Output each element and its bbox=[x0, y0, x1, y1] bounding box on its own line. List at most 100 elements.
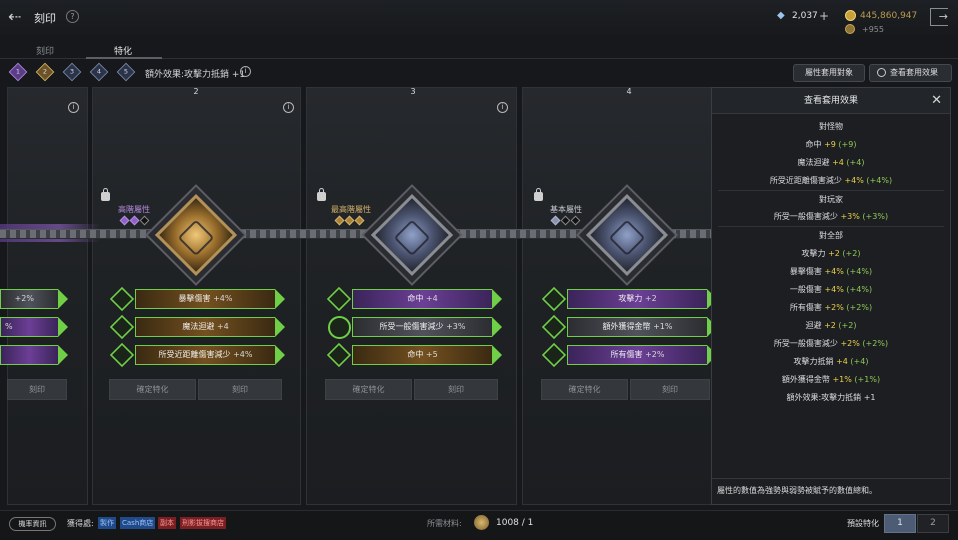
gold-coin-icon bbox=[845, 10, 856, 21]
source-link-cash-shop[interactable]: Cash商店 bbox=[120, 517, 156, 529]
stat-row[interactable]: 額外獲得金幣 +1% bbox=[541, 314, 717, 340]
effect-name: 攻擊力 bbox=[801, 249, 826, 258]
stat-icon bbox=[326, 342, 352, 368]
stat-name: 所受一般傷害減少 bbox=[379, 322, 444, 331]
stat-bar: 所有傷害 +2% bbox=[567, 345, 717, 365]
stat-bar: % bbox=[0, 317, 68, 337]
source-link-dungeon[interactable]: 副本 bbox=[158, 517, 176, 529]
obtain-label: 獲得處: bbox=[67, 519, 94, 528]
exit-icon[interactable]: → bbox=[930, 8, 948, 26]
stat-name: 所有傷害 bbox=[610, 350, 643, 359]
level-3-badge[interactable]: 3 bbox=[62, 62, 82, 82]
stat-row[interactable]: 命中 +4 bbox=[326, 286, 502, 312]
engrave-button[interactable]: 刻印 bbox=[414, 379, 498, 400]
effect-paren: (+4%) bbox=[846, 267, 873, 276]
tier-dots bbox=[334, 215, 366, 227]
effect-name: 攻擊力抵銷 bbox=[793, 357, 834, 366]
engrave-button[interactable]: 刻印 bbox=[630, 379, 710, 400]
stat-row[interactable] bbox=[0, 344, 70, 366]
level-4-label: 4 bbox=[96, 67, 102, 76]
probability-info-button[interactable]: 機率資訊 bbox=[9, 517, 56, 531]
help-icon[interactable]: ? bbox=[66, 10, 79, 23]
stat-icon bbox=[541, 342, 567, 368]
confirm-specialize-button[interactable]: 確定特化 bbox=[109, 379, 196, 400]
info-icon[interactable]: i bbox=[283, 102, 294, 113]
stat-bar: 所受一般傷害減少 +3% bbox=[352, 317, 502, 337]
effect-value: +2 bbox=[824, 321, 836, 330]
stat-row[interactable]: +2% bbox=[0, 288, 70, 310]
effect-line: 迴避 +2 (+2) bbox=[712, 320, 950, 331]
gold-count: 445,860,947 bbox=[860, 11, 918, 21]
level-4-badge[interactable]: 4 bbox=[89, 62, 109, 82]
effect-name: 所受近距離傷害減少 bbox=[769, 176, 842, 185]
source-link-craft[interactable]: 製作 bbox=[98, 517, 116, 529]
stat-value: +4 bbox=[216, 322, 229, 331]
confirm-specialize-button[interactable]: 確定特化 bbox=[541, 379, 628, 400]
tier-label: 最高階屬性 bbox=[331, 205, 371, 214]
attribute-targets-button[interactable]: 屬性套用對象 bbox=[793, 64, 865, 82]
tab-engrave[interactable]: 刻印 bbox=[36, 44, 54, 57]
level-1-label: 1 bbox=[15, 67, 21, 76]
effect-value: +4% bbox=[844, 176, 864, 185]
info-icon[interactable]: i bbox=[68, 102, 79, 113]
section-title: 對全部 bbox=[819, 231, 843, 240]
stat-bar: 暴擊傷害 +4% bbox=[135, 289, 285, 309]
stat-icon bbox=[109, 342, 135, 368]
effect-paren: (+4) bbox=[846, 158, 865, 167]
level-1-badge[interactable]: 1 bbox=[8, 62, 28, 82]
effect-name: 所受一般傷害減少 bbox=[773, 339, 838, 348]
source-link-shop[interactable]: 刑影拔搜商店 bbox=[180, 517, 226, 529]
stat-name: 命中 bbox=[407, 350, 424, 359]
view-effects-button[interactable]: 查看套用效果 bbox=[869, 64, 952, 82]
material-label: 所需材料: bbox=[427, 519, 462, 528]
stat-row[interactable]: 命中 +5 bbox=[326, 342, 502, 368]
info-icon[interactable]: i bbox=[240, 66, 251, 77]
divider bbox=[712, 478, 950, 479]
effect-line: 命中 +9 (+9) bbox=[712, 139, 950, 150]
stat-value: +2 bbox=[644, 294, 657, 303]
lock-icon[interactable] bbox=[534, 188, 543, 201]
stat-row[interactable]: 所有傷害 +2% bbox=[541, 342, 717, 368]
stat-value: +2% bbox=[14, 294, 34, 303]
stat-bar: +2% bbox=[0, 289, 68, 309]
level-5-badge[interactable]: 5 bbox=[116, 62, 136, 82]
diamond-icon: ◆ bbox=[777, 10, 785, 21]
tab-specialize[interactable]: 特化 bbox=[114, 44, 132, 57]
effect-line: 暴擊傷害 +4% (+4%) bbox=[712, 266, 950, 277]
add-diamond-button[interactable]: + bbox=[819, 9, 829, 23]
preset-1-button[interactable]: 1 bbox=[884, 514, 916, 533]
stat-bar bbox=[0, 345, 68, 365]
effect-paren: (+4) bbox=[850, 357, 869, 366]
view-effects-label: 查看套用效果 bbox=[890, 68, 938, 77]
effect-value: +2% bbox=[824, 303, 844, 312]
stat-row[interactable]: 魔法迴避 +4 bbox=[109, 314, 285, 340]
back-button[interactable]: ⇠ bbox=[8, 8, 32, 26]
card-number: 2 bbox=[181, 87, 211, 97]
preset-2-button[interactable]: 2 bbox=[917, 514, 949, 533]
level-2-badge[interactable]: 2 bbox=[35, 62, 55, 82]
effect-line: 魔法迴避 +4 (+4) bbox=[712, 157, 950, 168]
lock-icon[interactable] bbox=[317, 188, 326, 201]
effect-name: 暴擊傷害 bbox=[789, 267, 822, 276]
tier-label: 高階屬性 bbox=[118, 205, 150, 214]
card-number: 3 bbox=[398, 87, 428, 97]
level-3-label: 3 bbox=[69, 67, 75, 76]
engrave-button[interactable]: 刻印 bbox=[7, 379, 67, 400]
stat-row[interactable]: 攻擊力 +2 bbox=[541, 286, 717, 312]
stat-name: 命中 bbox=[407, 294, 424, 303]
stat-row[interactable]: 暴擊傷害 +4% bbox=[109, 286, 285, 312]
stat-row[interactable]: % bbox=[0, 316, 70, 338]
lock-icon[interactable] bbox=[101, 188, 110, 201]
divider bbox=[718, 226, 944, 227]
stat-row[interactable]: 所受近距離傷害減少 +4% bbox=[109, 342, 285, 368]
effect-name: 所受一般傷害減少 bbox=[773, 212, 838, 221]
extra-effect-text: 額外效果:攻擊力抵銷 +1 bbox=[145, 70, 246, 80]
effect-paren: (+3%) bbox=[862, 212, 889, 221]
info-icon[interactable]: i bbox=[497, 102, 508, 113]
confirm-specialize-button[interactable]: 確定特化 bbox=[325, 379, 412, 400]
stat-row[interactable]: 所受一般傷害減少 +3% bbox=[328, 316, 502, 339]
effect-value: +1% bbox=[832, 375, 852, 384]
close-icon[interactable]: ✕ bbox=[931, 94, 942, 107]
engrave-button[interactable]: 刻印 bbox=[198, 379, 282, 400]
stat-icon bbox=[109, 286, 135, 312]
